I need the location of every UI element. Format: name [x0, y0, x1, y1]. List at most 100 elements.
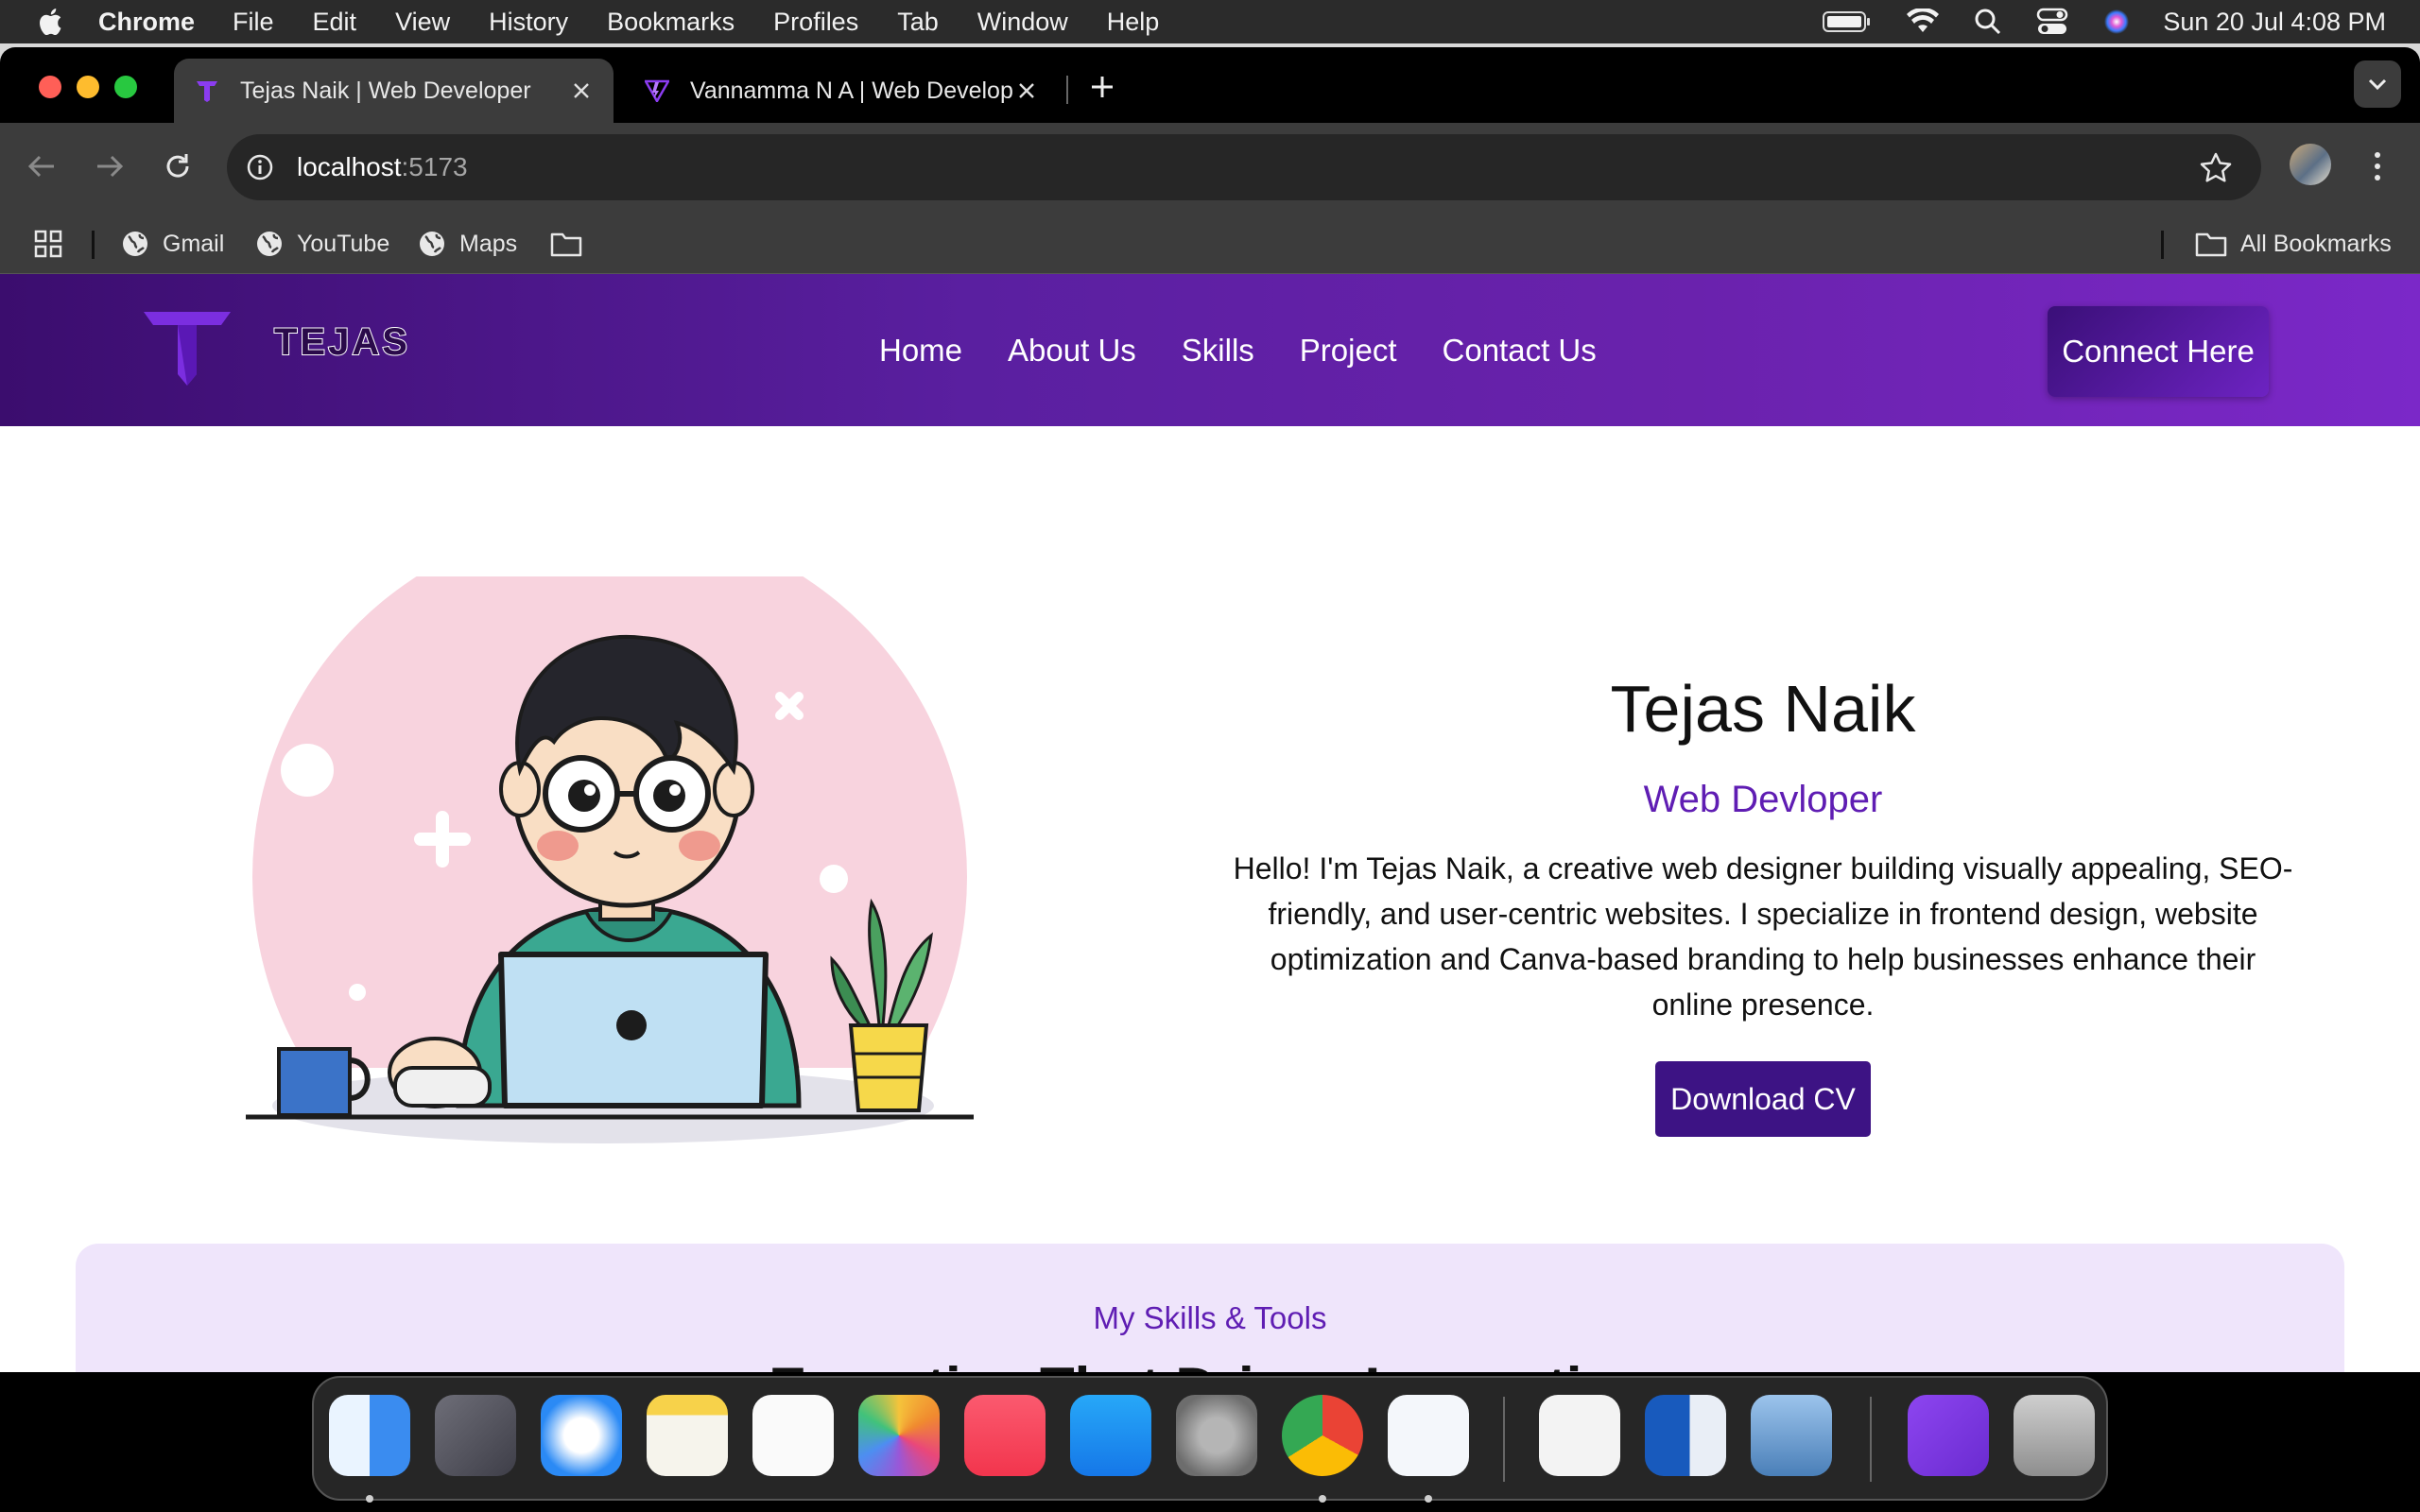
profile-avatar[interactable] [2290, 144, 2331, 185]
app-store-icon[interactable] [1070, 1395, 1151, 1476]
preview-icon[interactable] [1751, 1395, 1832, 1476]
address-bar[interactable]: localhost:5173 [227, 134, 2261, 200]
tab-vannamma[interactable]: Vannamma N A | Web Developer [624, 59, 1059, 123]
nav-home[interactable]: Home [879, 333, 962, 369]
spotlight-search-icon[interactable] [1974, 8, 2002, 36]
running-indicator [366, 1495, 373, 1503]
control-center-icon[interactable] [2036, 8, 2068, 36]
launchpad-icon[interactable] [435, 1395, 516, 1476]
status-area: Sun 20 Jul 4:08 PM [1789, 0, 2386, 43]
menu-view[interactable]: View [395, 8, 450, 37]
bookmark-label: Gmail [163, 230, 225, 257]
browser-toolbar: localhost:5173 [0, 123, 2420, 214]
safari-icon[interactable] [541, 1395, 622, 1476]
bookmark-folder-icon[interactable] [550, 214, 596, 274]
tejas-logo-icon[interactable] [144, 312, 231, 386]
tab-title: Vannamma N A | Web Developer [690, 77, 1013, 104]
siri-icon[interactable] [2102, 8, 2131, 36]
nav-contact-us[interactable]: Contact Us [1443, 333, 1597, 369]
dock-area [0, 1372, 2420, 1512]
tab-search-chevron-icon[interactable] [2354, 60, 2401, 108]
globe-icon [123, 232, 147, 256]
bookmark-gmail[interactable]: Gmail [121, 214, 224, 274]
site-info-icon[interactable] [246, 153, 274, 181]
window-minimize-button[interactable] [77, 76, 99, 98]
window-close-button[interactable] [39, 76, 61, 98]
nav-about-us[interactable]: About Us [1008, 333, 1136, 369]
menu-edit[interactable]: Edit [313, 8, 357, 37]
battery-icon[interactable] [1823, 9, 1872, 34]
bookmark-label: Maps [459, 230, 518, 257]
bookmark-maps[interactable]: Maps [418, 214, 517, 274]
chrome-menu-icon[interactable] [2363, 144, 2392, 189]
browser-window: Tejas Naik | Web Developer Vannamma N A … [0, 47, 2420, 1372]
music-icon[interactable] [964, 1395, 1046, 1476]
chrome-icon[interactable] [1282, 1395, 1363, 1476]
skills-section: My Skills & Tools Expertise That Drives … [76, 1244, 2344, 1372]
all-bookmarks-label: All Bookmarks [2240, 230, 2392, 257]
vscode-icon[interactable] [1388, 1395, 1469, 1476]
menu-app-name[interactable]: Chrome [98, 8, 195, 37]
download-cv-button[interactable]: Download CV [1655, 1061, 1871, 1137]
tab-close-icon[interactable] [568, 77, 595, 104]
dock-separator [1870, 1397, 1872, 1482]
menu-help[interactable]: Help [1107, 8, 1160, 37]
url-text[interactable]: localhost:5173 [297, 152, 468, 182]
hero-role: Web Devloper [1643, 779, 1883, 820]
site-navbar: TEJAS Home About Us Skills Project Conta… [0, 274, 2420, 426]
system-settings-icon[interactable] [1176, 1395, 1257, 1476]
back-arrow-icon[interactable] [19, 144, 64, 189]
url-host: localhost [297, 152, 402, 181]
menu-bar-clock[interactable]: Sun 20 Jul 4:08 PM [2163, 8, 2386, 37]
bootstrap-studio-icon[interactable] [1908, 1395, 1989, 1476]
new-tab-plus-icon[interactable] [1083, 64, 1121, 110]
menu-tab[interactable]: Tab [897, 8, 939, 37]
tab-tejas-naik[interactable]: Tejas Naik | Web Developer [174, 59, 614, 123]
reload-icon[interactable] [155, 144, 200, 189]
menu-window[interactable]: Window [977, 8, 1068, 37]
apps-grid-icon[interactable] [34, 214, 76, 274]
hero-text-block: Tejas Naik Web Devloper Hello! I'm Tejas… [1229, 662, 2297, 1137]
apple-menu-icon[interactable] [36, 6, 68, 38]
dock-separator [1503, 1397, 1505, 1482]
macos-dock [312, 1376, 2108, 1503]
bookmarks-separator [2161, 231, 2164, 259]
menu-profiles[interactable]: Profiles [773, 8, 858, 37]
bookmark-star-icon[interactable] [2199, 151, 2233, 185]
bookmark-youtube[interactable]: YouTube [255, 214, 389, 274]
word-icon[interactable] [1645, 1395, 1726, 1476]
wifi-icon[interactable] [1906, 9, 1940, 35]
macos-menu-bar: Chrome File Edit View History Bookmarks … [0, 0, 2420, 43]
running-indicator [1425, 1495, 1432, 1503]
skills-subtitle: My Skills & Tools [1093, 1300, 1327, 1335]
bookmarks-separator [92, 231, 95, 259]
menu-bookmarks[interactable]: Bookmarks [607, 8, 735, 37]
globe-icon [420, 232, 444, 256]
photos-icon[interactable] [858, 1395, 940, 1476]
tab-title: Tejas Naik | Web Developer [240, 77, 531, 104]
finder-icon[interactable] [329, 1395, 410, 1476]
system-information-icon[interactable] [1539, 1395, 1620, 1476]
skills-title: Expertise That Drives Innovation [76, 1355, 2344, 1372]
vite-logo-icon [645, 78, 669, 103]
all-bookmarks-button[interactable]: All Bookmarks [2195, 214, 2392, 274]
bookmarks-bar: Gmail YouTube Maps All Bookmarks [0, 214, 2420, 274]
url-port: :5173 [401, 152, 468, 181]
page-viewport: TEJAS Home About Us Skills Project Conta… [0, 274, 2420, 1372]
running-indicator [1319, 1495, 1326, 1503]
notes-icon[interactable] [647, 1395, 728, 1476]
nav-project[interactable]: Project [1300, 333, 1397, 369]
reminders-icon[interactable] [752, 1395, 834, 1476]
window-zoom-button[interactable] [114, 76, 137, 98]
menu-history[interactable]: History [489, 8, 568, 37]
connect-here-button[interactable]: Connect Here [2048, 306, 2269, 397]
hero-name: Tejas Naik [1610, 672, 1916, 746]
site-nav-links: Home About Us Skills Project Contact Us [879, 274, 1642, 426]
site-logo-text[interactable]: TEJAS [273, 320, 410, 364]
forward-arrow-icon[interactable] [87, 144, 132, 189]
tab-close-icon[interactable] [1013, 77, 1040, 104]
nav-skills[interactable]: Skills [1182, 333, 1254, 369]
menu-file[interactable]: File [233, 8, 274, 37]
bookmark-label: YouTube [297, 230, 390, 257]
trash-icon[interactable] [2014, 1395, 2095, 1476]
